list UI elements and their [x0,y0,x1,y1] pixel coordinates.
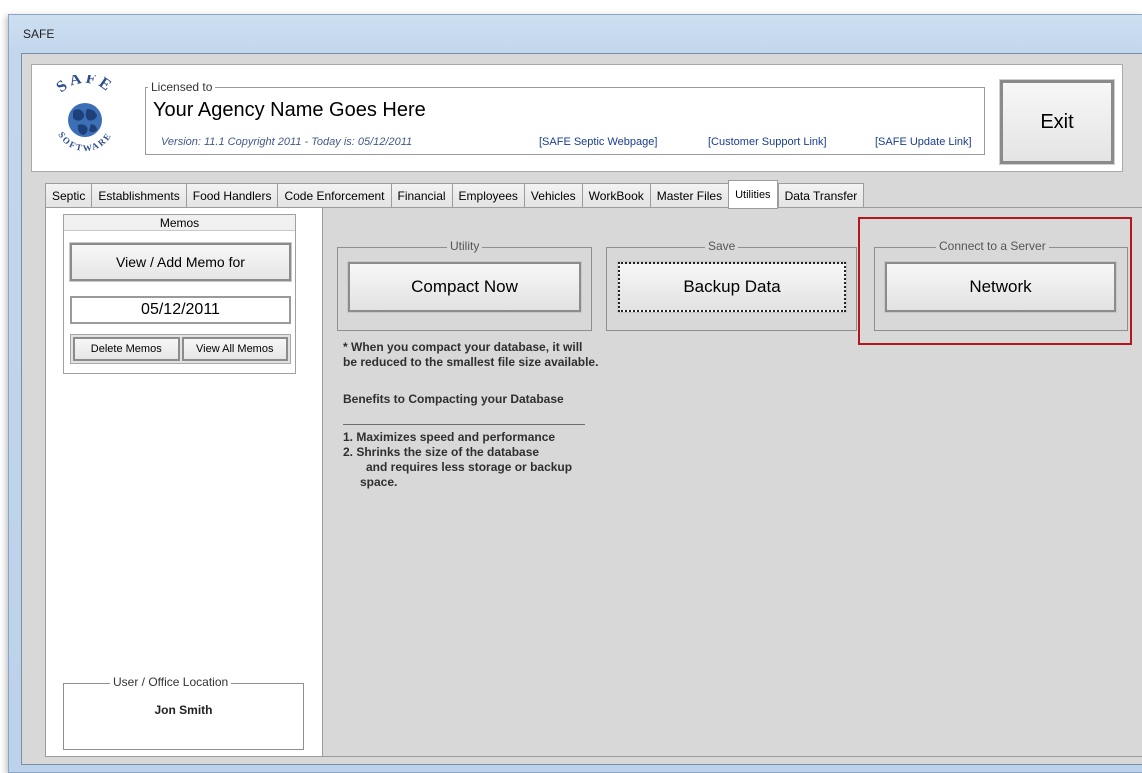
user-location-label: User / Office Location [110,675,232,689]
compact-note-line1: * When you compact your database, it wil… [343,340,583,354]
highlight-box [858,217,1132,345]
benefits-title: Benefits to Compacting your Database [343,392,564,406]
compact-note-line2: be reduced to the smallest file size ava… [343,355,599,369]
tab-data-transfer[interactable]: Data Transfer [777,183,865,208]
benefit-item-1: 1. Maximizes speed and performance [343,430,556,444]
benefit-item-2-cont1: and requires less storage or backup [366,460,573,474]
backup-data-button[interactable]: Backup Data [617,261,847,313]
svg-text:SAFE: SAFE [53,75,116,96]
safe-update-link[interactable]: [SAFE Update Link] [875,136,972,148]
tab-master-files[interactable]: Master Files [649,183,729,208]
delete-memos-button[interactable]: Delete Memos [73,337,180,361]
tab-employees[interactable]: Employees [451,183,524,208]
view-all-memos-button[interactable]: View All Memos [181,337,288,361]
customer-support-link[interactable]: [Customer Support Link] [708,136,827,148]
benefit-item-2: 2. Shrinks the size of the database [343,445,540,459]
compact-now-button[interactable]: Compact Now [347,261,582,313]
exit-button[interactable]: Exit [999,79,1115,165]
safe-software-logo: SAFE SOFTWARE [45,70,125,157]
tab-establishments[interactable]: Establishments [91,183,186,208]
main-tabs: Septic Establishments Food Handlers Code… [45,180,865,209]
left-sidebar: Memos View / Add Memo for 05/12/2011 Del… [46,208,323,756]
licensed-to-label: Licensed to [148,80,216,94]
tab-financial[interactable]: Financial [390,183,452,208]
memos-box: Memos View / Add Memo for 05/12/2011 Del… [63,214,296,374]
memo-actions: Delete Memos View All Memos [70,334,291,364]
tab-workbook[interactable]: WorkBook [581,183,650,208]
version-info: Version: 11.1 Copyright 2011 - Today is:… [161,136,413,148]
memo-date-field[interactable]: 05/12/2011 [70,296,291,324]
license-header: SAFE SOFTWARE Licensed to Your Agency Na… [31,64,1123,172]
user-name: Jon Smith [154,703,213,717]
benefits-divider [343,424,585,425]
agency-name: Your Agency Name Goes Here [153,99,426,121]
tab-code-enforcement[interactable]: Code Enforcement [277,183,391,208]
view-add-memo-button[interactable]: View / Add Memo for [69,242,292,282]
tab-utilities[interactable]: Utilities [728,180,778,209]
tab-food-handlers[interactable]: Food Handlers [185,183,278,208]
tab-septic[interactable]: Septic [45,183,92,208]
window-title: SAFE [23,27,55,41]
septic-webpage-link[interactable]: [SAFE Septic Webpage] [539,136,657,148]
memos-title: Memos [64,215,295,231]
utility-group-label: Utility [447,239,483,253]
client-area: SAFE SOFTWARE Licensed to Your Agency Na… [21,53,1142,765]
app-window: SAFE SAFE SOFTWARE Licensed to Your Agen… [8,14,1142,773]
tab-vehicles[interactable]: Vehicles [523,183,582,208]
save-group-label: Save [705,239,739,253]
benefit-item-2-cont2: space. [360,475,398,489]
